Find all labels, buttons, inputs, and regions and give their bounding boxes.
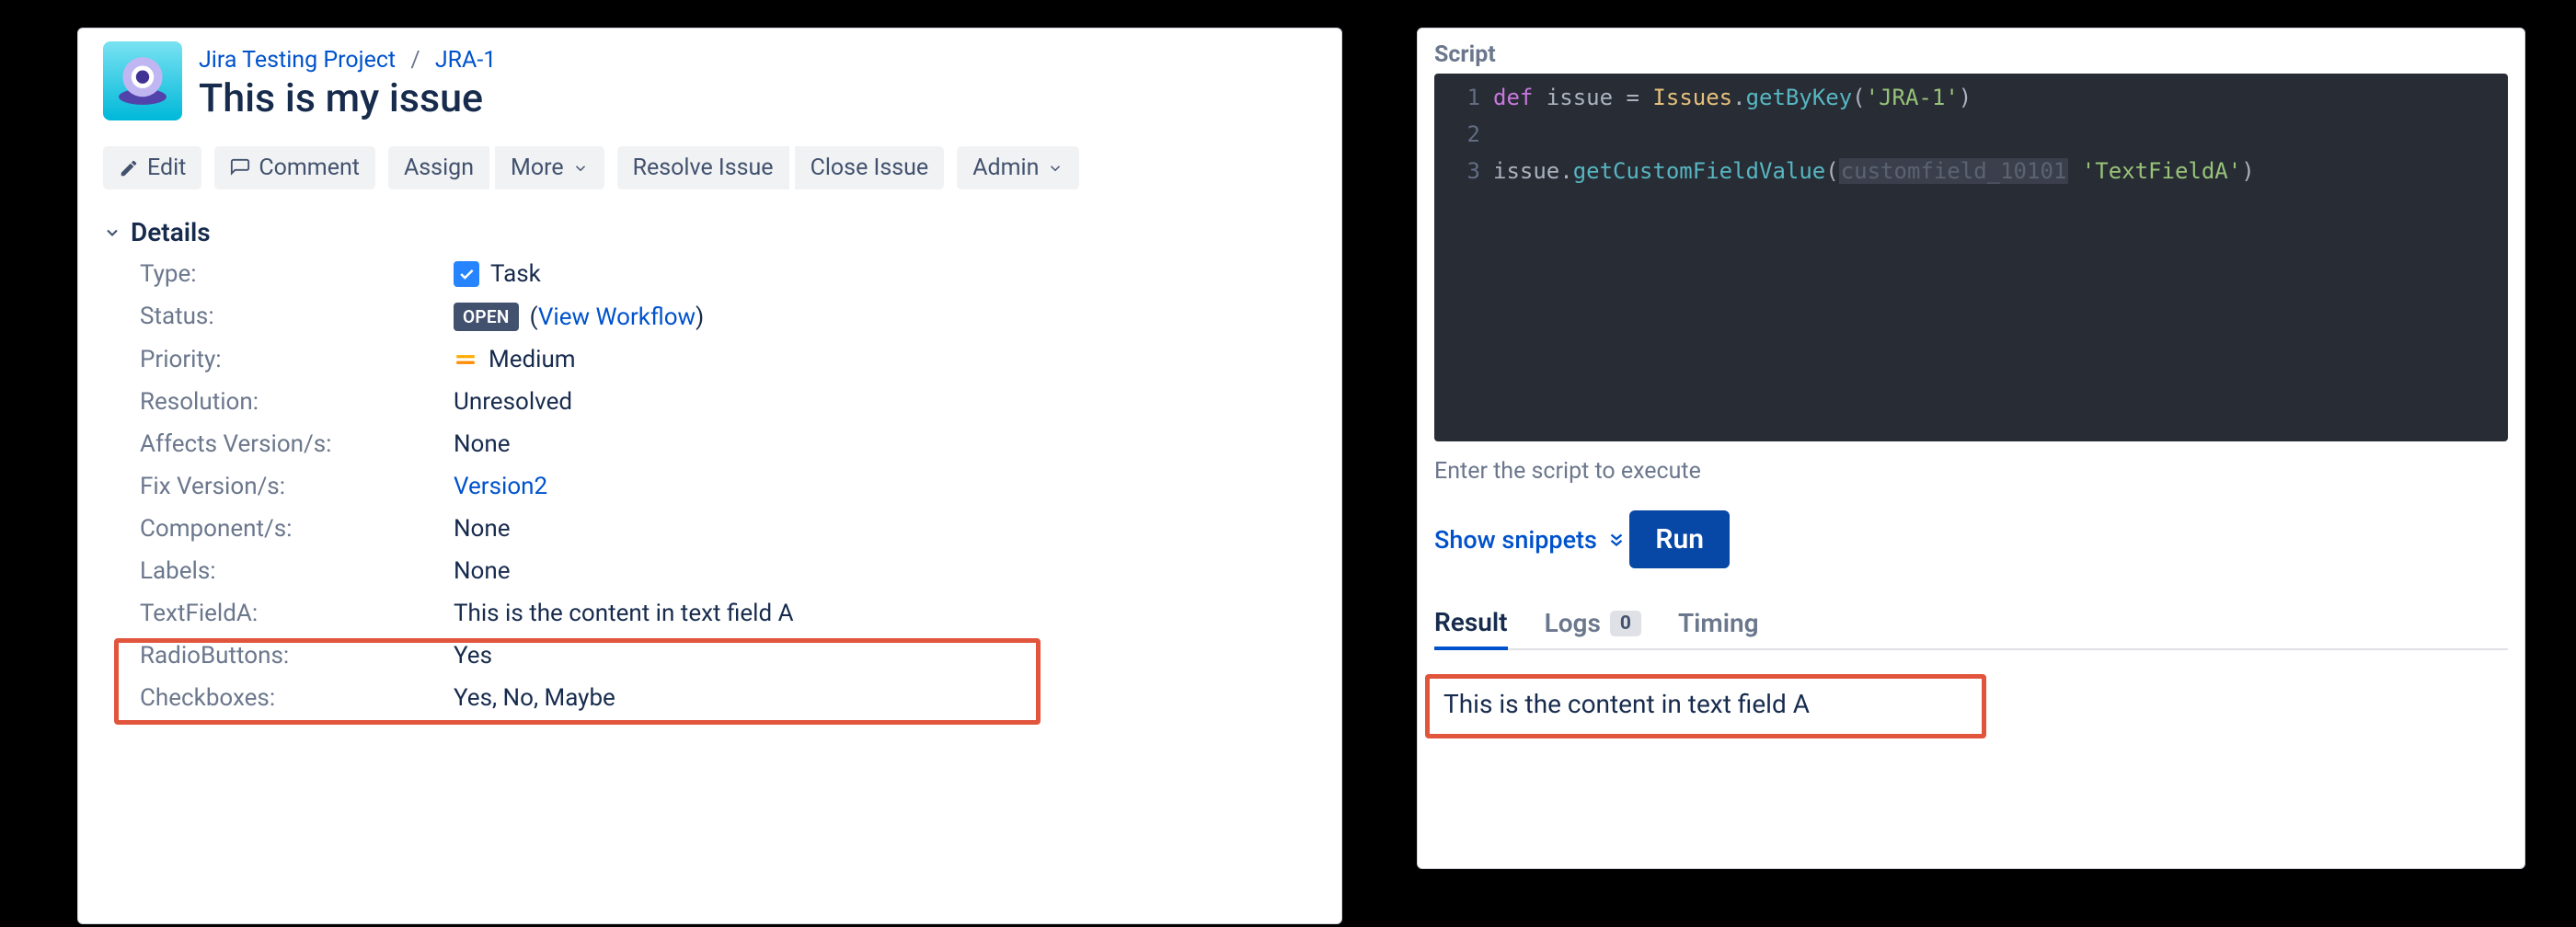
result-text: This is the content in text field A [1443,689,1810,719]
show-snippets-label: Show snippets [1434,525,1597,555]
close-issue-button[interactable]: Close Issue [795,146,945,189]
details-section-header[interactable]: Details [103,217,1317,247]
field-value-radiobuttons: Yes [454,642,1317,670]
run-button[interactable]: Run [1629,510,1730,568]
tab-result-label: Result [1434,607,1508,637]
field-label-priority: Priority: [140,346,448,373]
field-value-resolution: Unresolved [454,388,1317,416]
priority-value-text: Medium [489,346,576,373]
edit-label: Edit [147,154,186,181]
collapse-icon [103,223,121,242]
result-output: This is the content in text field A [1434,672,2508,736]
priority-medium-icon [454,348,477,372]
fix-version-link[interactable]: Version2 [454,473,547,500]
script-hint: Enter the script to execute [1434,458,2508,485]
breadcrumb: Jira Testing Project / JRA-1 [199,41,496,74]
resolve-issue-button[interactable]: Resolve Issue [617,146,789,189]
type-value-text: Task [490,260,541,288]
details-grid: Type: Task Status: OPEN (View Workflow) … [140,260,1317,712]
code-content: def issue = Issues.getByKey('JRA-1') iss… [1493,74,2508,441]
tab-result[interactable]: Result [1434,603,1508,650]
more-button[interactable]: More [495,146,604,189]
field-value-fix: Version2 [454,473,1317,500]
field-label-status: Status: [140,303,448,331]
project-avatar-icon [109,48,176,114]
breadcrumb-project-link[interactable]: Jira Testing Project [199,47,396,74]
code-gutter: 123 [1434,74,1493,441]
code-editor[interactable]: 123 def issue = Issues.getByKey('JRA-1')… [1434,74,2508,441]
issue-toolbar: Edit Comment Assign More Resolve Issue C… [103,146,1317,189]
chevron-down-icon [1047,160,1064,177]
field-value-components: None [454,515,1317,543]
tab-timing-label: Timing [1678,608,1759,638]
pencil-icon [119,158,139,178]
field-value-textfielda: This is the content in text field A [454,600,1317,627]
task-icon [454,261,479,287]
field-value-affects: None [454,430,1317,458]
admin-label: Admin [972,154,1039,181]
assign-button[interactable]: Assign [388,146,489,189]
jira-issue-panel: Jira Testing Project / JRA-1 This is my … [77,28,1342,924]
chevron-down-icon [572,160,589,177]
status-badge: OPEN [454,303,519,331]
field-value-status: OPEN (View Workflow) [454,303,1317,331]
assign-label: Assign [404,154,474,181]
field-label-resolution: Resolution: [140,388,448,416]
field-label-type: Type: [140,260,448,288]
result-tabs: Result Logs 0 Timing [1434,603,2508,650]
field-value-checkboxes: Yes, No, Maybe [454,684,1317,712]
close-label: Close Issue [811,154,929,181]
project-avatar [103,41,182,120]
field-label-textfielda: TextFieldA: [140,600,448,627]
logs-count-badge: 0 [1610,611,1641,636]
field-label-fix: Fix Version/s: [140,473,448,500]
comment-label: Comment [259,154,360,181]
field-label-checkboxes: Checkboxes: [140,684,448,712]
resolve-label: Resolve Issue [633,154,774,181]
issue-title: This is my issue [199,77,496,120]
tab-logs-label: Logs [1545,608,1601,638]
details-heading: Details [131,217,211,247]
field-label-affects: Affects Version/s: [140,430,448,458]
double-chevron-down-icon [1606,530,1627,550]
breadcrumb-issue-link[interactable]: JRA-1 [435,47,496,74]
more-label: More [511,154,564,181]
comment-button[interactable]: Comment [214,146,375,189]
field-label-components: Component/s: [140,515,448,543]
breadcrumb-separator: / [410,47,420,74]
comment-icon [230,158,250,178]
run-label: Run [1655,523,1704,555]
field-value-labels: None [454,557,1317,585]
edit-button[interactable]: Edit [103,146,201,189]
script-console-panel: Script 123 def issue = Issues.getByKey('… [1417,28,2525,869]
field-label-labels: Labels: [140,557,448,585]
field-label-radiobuttons: RadioButtons: [140,642,448,670]
tab-timing[interactable]: Timing [1678,603,1759,648]
field-value-priority: Medium [454,346,1317,373]
script-heading: Script [1434,41,2508,68]
field-value-type: Task [454,260,1317,288]
view-workflow-link[interactable]: View Workflow [538,303,696,331]
tab-logs[interactable]: Logs 0 [1545,603,1641,648]
show-snippets-link[interactable]: Show snippets [1434,525,1627,555]
admin-button[interactable]: Admin [957,146,1079,189]
